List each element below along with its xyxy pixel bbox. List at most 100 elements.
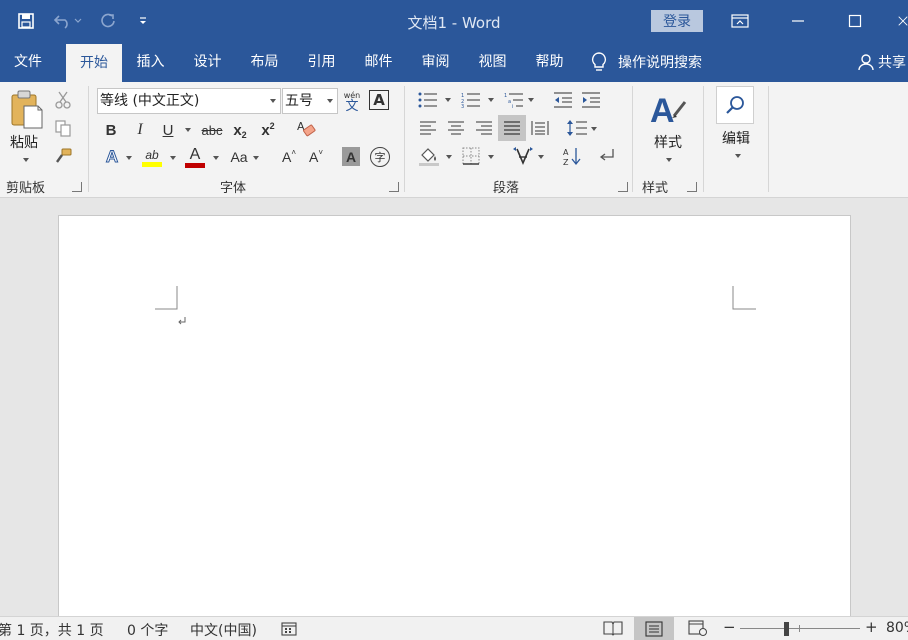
styles-gallery-icon[interactable]: A — [648, 88, 688, 128]
line-spacing-icon[interactable] — [565, 118, 589, 138]
chinese-layout-dropdown-icon[interactable] — [538, 155, 544, 159]
align-right-icon[interactable] — [473, 118, 495, 138]
tell-me-search[interactable]: 操作说明搜索 — [590, 42, 702, 82]
font-color-dropdown-icon[interactable] — [213, 156, 219, 160]
zoom-level-status[interactable]: 80% — [886, 620, 908, 636]
justify-icon[interactable] — [498, 115, 526, 141]
numbering-icon[interactable]: 123 — [460, 90, 482, 110]
change-case-dropdown-icon[interactable] — [253, 156, 259, 160]
styles-dialog-launcher[interactable] — [687, 182, 697, 192]
web-layout-icon[interactable] — [688, 620, 708, 640]
sign-in-button[interactable]: 登录 — [651, 10, 703, 32]
sort-icon[interactable]: AZ — [561, 145, 583, 167]
format-painter-icon[interactable] — [53, 146, 73, 166]
close-icon[interactable] — [898, 9, 908, 33]
borders-icon[interactable] — [460, 145, 482, 167]
decrease-indent-icon[interactable] — [552, 90, 574, 110]
word-count-status[interactable]: 0 个字 — [127, 620, 168, 640]
font-name-dropdown-icon[interactable] — [270, 99, 276, 103]
font-name-box[interactable]: 等线 (中文正文) — [97, 88, 281, 114]
styles-dropdown-icon[interactable] — [666, 158, 672, 162]
show-formatting-marks-icon[interactable] — [597, 145, 619, 167]
shading-icon[interactable] — [417, 145, 441, 167]
page-count-status[interactable]: 第 1 页，共 1 页 — [0, 620, 104, 640]
tab-file[interactable]: 文件 — [0, 42, 56, 82]
subscript-button[interactable]: x2 — [229, 119, 251, 141]
editing-dropdown-icon[interactable] — [735, 154, 741, 158]
clipboard-dialog-launcher[interactable] — [72, 182, 82, 192]
print-layout-icon[interactable] — [634, 617, 674, 640]
tab-insert[interactable]: 插入 — [122, 42, 179, 82]
tab-review[interactable]: 审阅 — [407, 42, 464, 82]
italic-button[interactable]: I — [130, 119, 150, 141]
document-page[interactable] — [58, 215, 851, 625]
tab-mailings[interactable]: 邮件 — [350, 42, 407, 82]
multilevel-list-icon[interactable]: 1ai — [503, 90, 525, 110]
underline-button[interactable]: U — [158, 119, 178, 141]
minimize-icon[interactable] — [786, 9, 810, 33]
highlight-color-icon[interactable]: ab — [140, 144, 164, 170]
enclose-characters-icon[interactable]: 字 — [370, 147, 390, 167]
title-bar: 文档1 - Word 登录 — [0, 0, 908, 42]
copy-icon[interactable] — [53, 118, 73, 138]
distributed-icon[interactable] — [529, 118, 551, 138]
character-shading-icon[interactable]: A — [342, 147, 360, 166]
language-status[interactable]: 中文(中国) — [190, 620, 257, 640]
paste-label[interactable]: 粘贴 — [4, 132, 44, 152]
editing-button-label[interactable]: 编辑 — [716, 128, 756, 148]
zoom-out-button[interactable]: − — [723, 618, 736, 636]
paste-icon[interactable] — [8, 90, 44, 130]
bullets-dropdown-icon[interactable] — [445, 98, 451, 102]
document-canvas[interactable] — [0, 198, 908, 625]
bold-button[interactable]: B — [101, 119, 121, 141]
tab-layout[interactable]: 布局 — [236, 42, 293, 82]
group-divider — [404, 86, 405, 192]
bullets-icon[interactable] — [417, 90, 439, 110]
align-left-icon[interactable] — [417, 118, 439, 138]
subscript-sub-text: 2 — [241, 129, 247, 140]
shrink-font-icon[interactable]: A ˅ — [306, 146, 326, 168]
svg-text:1: 1 — [504, 93, 507, 99]
font-size-dropdown-icon[interactable] — [327, 99, 333, 103]
cut-icon[interactable] — [53, 90, 73, 110]
align-center-icon[interactable] — [445, 118, 467, 138]
clear-formatting-icon[interactable]: A — [295, 118, 317, 140]
increase-indent-icon[interactable] — [580, 90, 602, 110]
maximize-icon[interactable] — [843, 9, 867, 33]
paste-dropdown-icon[interactable] — [23, 158, 29, 162]
shading-dropdown-icon[interactable] — [446, 155, 452, 159]
zoom-in-button[interactable]: + — [865, 618, 878, 636]
find-search-icon[interactable] — [716, 86, 754, 124]
underline-dropdown-icon[interactable] — [185, 128, 191, 132]
text-effects-dropdown-icon[interactable] — [126, 156, 132, 160]
ribbon: 粘贴 剪贴板 等线 (中文正文) 五号 wén 文 A B I U abc x … — [0, 82, 908, 198]
grow-font-icon[interactable]: A ˄ — [279, 146, 299, 168]
line-spacing-dropdown-icon[interactable] — [591, 127, 597, 131]
numbering-dropdown-icon[interactable] — [488, 98, 494, 102]
ribbon-display-options-icon[interactable] — [728, 9, 752, 33]
chinese-layout-icon[interactable] — [511, 145, 535, 167]
phonetic-guide-icon[interactable]: wén 文 — [341, 89, 363, 115]
zoom-slider-thumb[interactable] — [784, 622, 789, 636]
tab-home[interactable]: 开始 — [66, 44, 122, 82]
strikethrough-button[interactable]: abc — [199, 119, 225, 141]
borders-dropdown-icon[interactable] — [488, 155, 494, 159]
paragraph-dialog-launcher[interactable] — [618, 182, 628, 192]
macro-recording-icon[interactable] — [281, 621, 297, 640]
character-border-icon[interactable]: A — [369, 90, 389, 110]
highlight-dropdown-icon[interactable] — [170, 156, 176, 160]
change-case-icon[interactable]: Aa — [228, 146, 250, 168]
read-mode-icon[interactable] — [603, 620, 623, 640]
styles-button-label[interactable]: 样式 — [648, 132, 688, 152]
share-button[interactable]: 共享 — [858, 42, 906, 82]
font-dialog-launcher[interactable] — [389, 182, 399, 192]
tab-design[interactable]: 设计 — [179, 42, 236, 82]
tab-view[interactable]: 视图 — [464, 42, 521, 82]
font-color-icon[interactable]: A — [183, 144, 207, 170]
text-effects-icon[interactable]: A — [102, 146, 122, 168]
tab-references[interactable]: 引用 — [293, 42, 350, 82]
zoom-slider-track[interactable] — [740, 628, 860, 629]
superscript-button[interactable]: x2 — [257, 119, 279, 141]
multilevel-dropdown-icon[interactable] — [528, 98, 534, 102]
tab-help[interactable]: 帮助 — [521, 42, 578, 82]
